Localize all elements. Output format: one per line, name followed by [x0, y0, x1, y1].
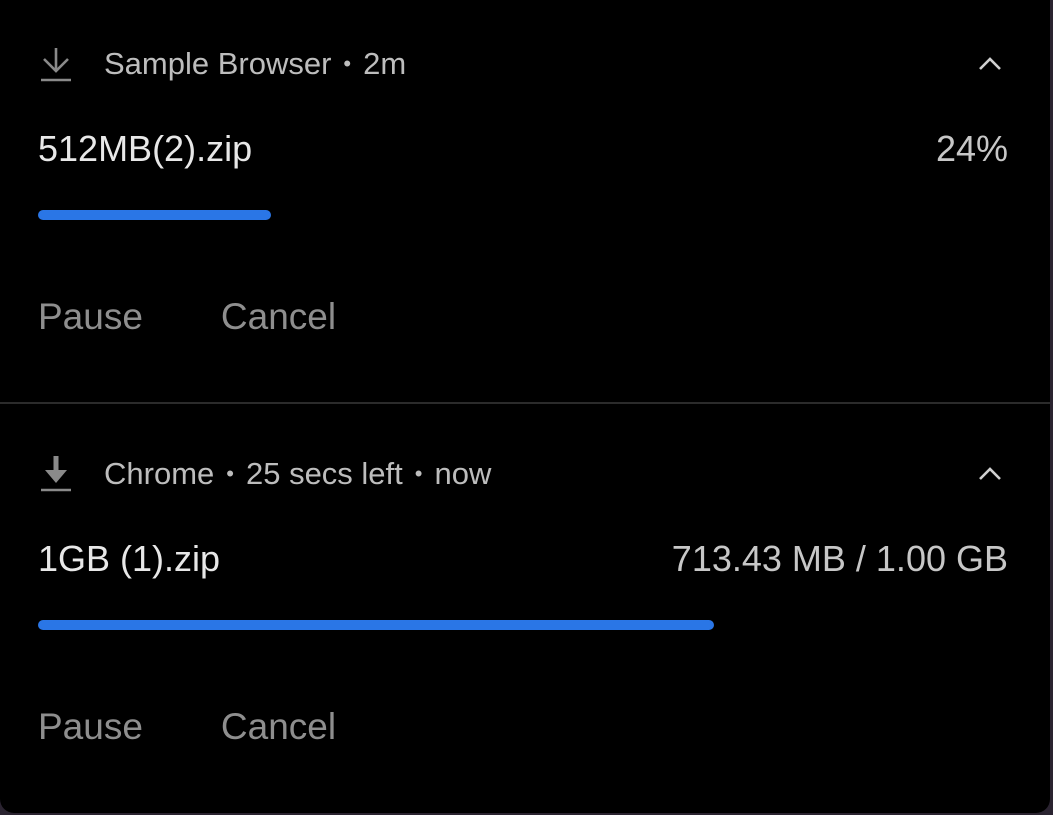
notification-header: Sample Browser • 2m	[38, 42, 406, 86]
progress-bar-fill	[38, 620, 714, 630]
file-name: 1GB (1).zip	[38, 538, 221, 579]
timestamp: now	[434, 456, 492, 491]
separator: •	[226, 461, 234, 486]
progress-bar-fill	[38, 210, 271, 220]
separator: •	[414, 461, 423, 486]
download-notification-1[interactable]: Sample Browser • 2m 512MB(2).zip 24% Pau…	[0, 0, 1050, 400]
notification-panel: Sample Browser • 2m 512MB(2).zip 24% Pau…	[0, 0, 1050, 813]
timestamp: 2m	[363, 46, 407, 81]
notification-actions: Pause Cancel	[38, 706, 336, 748]
time-remaining: 25 secs left	[245, 456, 403, 491]
divider	[0, 402, 1050, 404]
separator: •	[343, 51, 352, 76]
download-size: 713.43 MB / 1.00 GB	[671, 538, 1008, 579]
progress-bar	[38, 620, 1008, 630]
progress-bar	[38, 210, 1008, 220]
download-icon	[38, 454, 74, 494]
notification-actions: Pause Cancel	[38, 296, 336, 338]
pause-button[interactable]: Pause	[38, 296, 143, 338]
cancel-button[interactable]: Cancel	[221, 706, 336, 748]
app-name: Chrome	[104, 456, 215, 491]
collapse-chevron-icon[interactable]	[976, 460, 1004, 488]
app-name: Sample Browser	[104, 46, 332, 81]
notification-header: Chrome • 25 secs left • now	[38, 452, 491, 496]
download-icon	[38, 44, 74, 84]
progress-percent: 24%	[935, 128, 1008, 169]
file-name: 512MB(2).zip	[38, 128, 253, 169]
download-notification-2[interactable]: Chrome • 25 secs left • now 1GB (1).zip …	[0, 410, 1050, 810]
cancel-button[interactable]: Cancel	[221, 296, 336, 338]
collapse-chevron-icon[interactable]	[976, 50, 1004, 78]
pause-button[interactable]: Pause	[38, 706, 143, 748]
